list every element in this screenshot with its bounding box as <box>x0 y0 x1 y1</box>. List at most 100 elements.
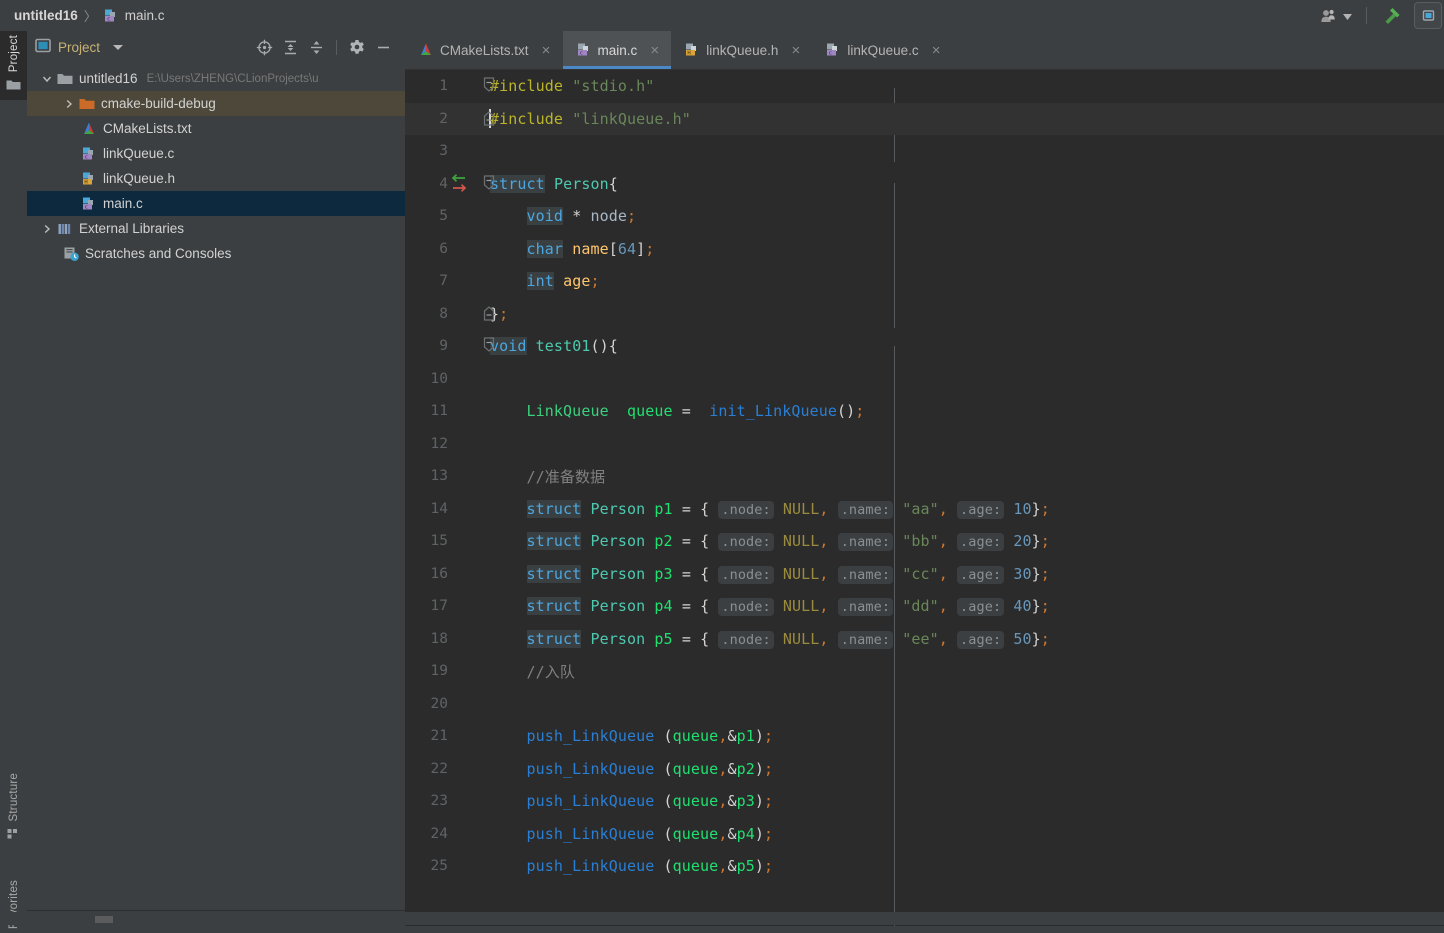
collapse-all-icon[interactable] <box>304 35 328 59</box>
chevron-down-icon[interactable] <box>1343 8 1352 23</box>
param-hint-name: .name: <box>837 630 894 649</box>
project-panel-title-group[interactable]: Project <box>35 38 124 56</box>
gutter[interactable]: 7 <box>405 265 490 298</box>
project-tree[interactable]: untitled16 E:\Users\ZHENG\CLionProjects\… <box>27 63 405 910</box>
close-icon[interactable]: × <box>930 43 943 58</box>
fold-marker-expanded-icon[interactable] <box>482 70 496 103</box>
fold-marker-expanded-icon[interactable] <box>482 168 496 201</box>
fold-marker-end-icon[interactable] <box>482 103 496 136</box>
code-line[interactable]: 8 }; <box>405 298 1444 331</box>
gutter[interactable]: 2 <box>405 103 495 136</box>
fold-marker-expanded-icon[interactable] <box>482 330 496 363</box>
gutter[interactable]: 24 <box>405 818 490 851</box>
breadcrumb-file[interactable]: main.c <box>125 8 165 23</box>
sidebar-item-project[interactable]: Project <box>0 31 27 101</box>
code-line[interactable]: 24 push_LinkQueue (queue,&p4); <box>405 818 1444 851</box>
code-line-current[interactable]: 2 #include "linkQueue.h" <box>405 102 1444 136</box>
chevron-right-icon[interactable] <box>61 99 77 109</box>
code-line[interactable]: 3 <box>405 135 1444 168</box>
gutter[interactable]: 21 <box>405 720 490 753</box>
status-bar <box>0 912 1444 925</box>
code-line[interactable]: 19 //入队 <box>405 655 1444 688</box>
tree-row-project-root[interactable]: untitled16 E:\Users\ZHENG\CLionProjects\… <box>27 66 405 91</box>
code-line[interactable]: 17 struct Person p4 = { .node: NULL, .na… <box>405 590 1444 623</box>
gutter[interactable]: 20 <box>405 688 490 721</box>
implemented-overridden-arrows-icon[interactable] <box>450 172 470 196</box>
gutter[interactable]: 14 <box>405 493 490 526</box>
tree-row-linkqueue-h[interactable]: H linkQueue.h <box>27 166 405 191</box>
gutter[interactable]: 17 <box>405 590 490 623</box>
close-icon[interactable]: × <box>648 43 661 58</box>
tree-row-cmakelists[interactable]: CMakeLists.txt <box>27 116 405 141</box>
gutter[interactable]: 25 <box>405 850 490 883</box>
gutter[interactable]: 3 <box>405 135 490 168</box>
code-line[interactable]: 6 char name[64]; <box>405 233 1444 266</box>
gutter[interactable]: 22 <box>405 753 490 786</box>
code-line[interactable]: 4 struct Person{ <box>405 168 1444 201</box>
project-folder-icon <box>6 79 21 94</box>
gutter[interactable]: 10 <box>405 363 490 396</box>
code-line[interactable]: 13 //准备数据 <box>405 460 1444 493</box>
gutter[interactable]: 5 <box>405 200 490 233</box>
line-number: 20 <box>430 695 448 712</box>
folder-module-icon <box>55 72 75 86</box>
code-line[interactable]: 10 <box>405 363 1444 396</box>
gutter[interactable]: 18 <box>405 623 490 656</box>
tree-row-main-c[interactable]: c main.c <box>27 191 405 216</box>
chevron-right-icon[interactable] <box>39 224 55 234</box>
code-line[interactable]: 15 struct Person p2 = { .node: NULL, .na… <box>405 525 1444 558</box>
code-line[interactable]: 11 LinkQueue queue = init_LinkQueue(); <box>405 395 1444 428</box>
code-line[interactable]: 16 struct Person p3 = { .node: NULL, .na… <box>405 558 1444 591</box>
status-bar-widget[interactable] <box>95 916 113 923</box>
scroll-from-source-icon[interactable] <box>252 35 276 59</box>
tab-cmakelists-txt[interactable]: CMakeLists.txt × <box>405 31 563 69</box>
code-line[interactable]: 14 struct Person p1 = { .node: NULL, .na… <box>405 493 1444 526</box>
code-line[interactable]: 12 <box>405 428 1444 461</box>
gutter[interactable]: 23 <box>405 785 490 818</box>
chevron-down-icon[interactable] <box>39 74 55 84</box>
gutter[interactable]: 15 <box>405 525 490 558</box>
code-line[interactable]: 5 void * node; <box>405 200 1444 233</box>
hammer-build-icon[interactable] <box>1376 0 1408 31</box>
code-line[interactable]: 18 struct Person p5 = { .node: NULL, .na… <box>405 623 1444 656</box>
tree-label: CMakeLists.txt <box>103 121 192 136</box>
gutter[interactable]: 4 <box>405 168 495 201</box>
tab-linkqueue-c[interactable]: c linkQueue.c × <box>812 31 952 69</box>
sidebar-item-structure[interactable]: Structure <box>0 769 27 845</box>
tab-main-c[interactable]: c main.c × <box>562 31 672 69</box>
gutter[interactable]: 19 <box>405 655 490 688</box>
chevron-down-icon[interactable] <box>113 44 124 50</box>
fold-marker-end-icon[interactable] <box>482 298 496 331</box>
breadcrumb-project[interactable]: untitled16 <box>14 8 78 23</box>
code-line[interactable]: 22 push_LinkQueue (queue,&p2); <box>405 753 1444 786</box>
code-line[interactable]: 20 <box>405 688 1444 721</box>
gutter[interactable]: 9 <box>405 330 495 363</box>
tree-row-cmake-build-debug[interactable]: cmake-build-debug <box>27 91 405 116</box>
gutter[interactable]: 1 <box>405 70 495 103</box>
expand-all-icon[interactable] <box>278 35 302 59</box>
close-icon[interactable]: × <box>789 43 802 58</box>
code-editor[interactable]: 1 #include "stdio.h" 2 #include "linkQue… <box>405 70 1444 926</box>
code-line[interactable]: 25 push_LinkQueue (queue,&p5); <box>405 850 1444 883</box>
run-configuration-icon[interactable] <box>1414 2 1442 29</box>
code-line[interactable]: 7 int age; <box>405 265 1444 298</box>
c-header-file-icon: H <box>684 42 700 58</box>
gutter[interactable]: 11 <box>405 395 490 428</box>
tree-row-linkqueue-c[interactable]: c linkQueue.c <box>27 141 405 166</box>
gutter[interactable]: 6 <box>405 233 490 266</box>
user-avatar-icon[interactable] <box>1314 0 1357 31</box>
gutter[interactable]: 16 <box>405 558 490 591</box>
tree-row-scratches-consoles[interactable]: Scratches and Consoles <box>27 241 405 266</box>
gutter[interactable]: 12 <box>405 428 490 461</box>
gutter[interactable]: 13 <box>405 460 490 493</box>
code-line[interactable]: 1 #include "stdio.h" <box>405 70 1444 103</box>
code-line[interactable]: 23 push_LinkQueue (queue,&p3); <box>405 785 1444 818</box>
tree-row-external-libraries[interactable]: External Libraries <box>27 216 405 241</box>
code-line[interactable]: 9 void test01(){ <box>405 330 1444 363</box>
tab-linkqueue-h[interactable]: H linkQueue.h × <box>671 31 812 69</box>
close-icon[interactable]: × <box>540 43 553 58</box>
code-line[interactable]: 21 push_LinkQueue (queue,&p1); <box>405 720 1444 753</box>
gutter[interactable]: 8 <box>405 298 495 331</box>
hide-panel-icon[interactable] <box>371 35 395 59</box>
settings-gear-icon[interactable] <box>345 35 369 59</box>
